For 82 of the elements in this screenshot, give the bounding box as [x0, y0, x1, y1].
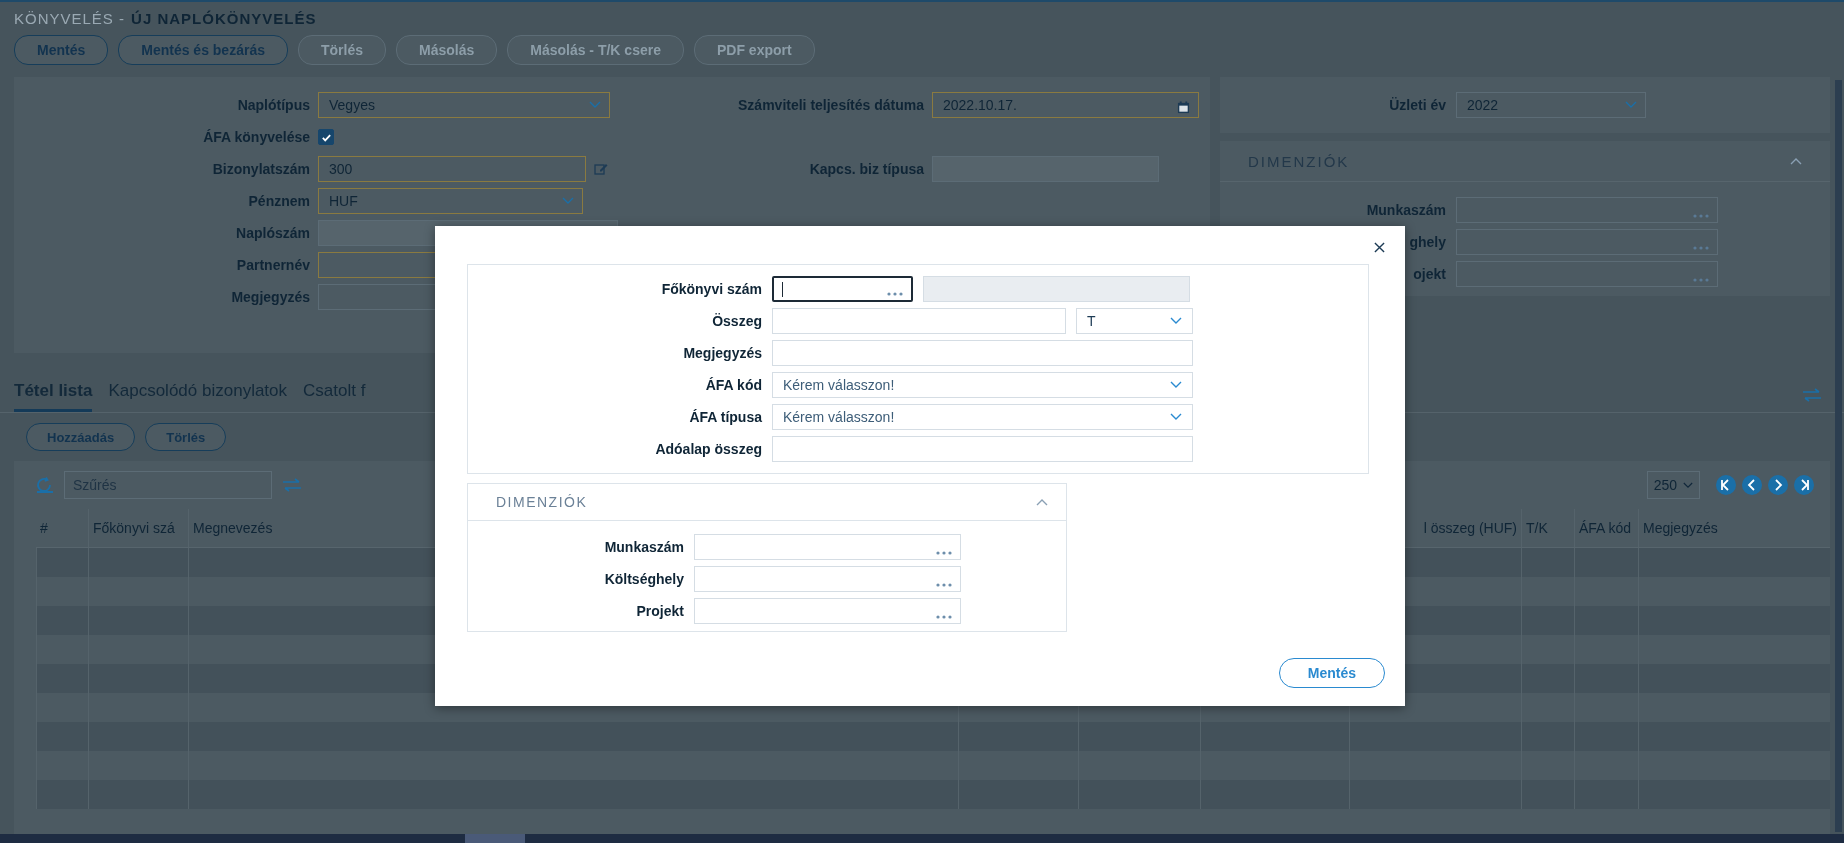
column-header: Megjegyzés [1643, 520, 1718, 536]
breadcrumb-section: KÖNYVELÉS - [14, 10, 126, 27]
chevron-down-icon [1170, 317, 1182, 325]
lookup-field[interactable] [1456, 197, 1718, 223]
column-header: l összeg (HUF) [1423, 520, 1517, 536]
input-field[interactable]: 300 [318, 156, 586, 182]
scrollbar[interactable] [1835, 80, 1842, 832]
column-header: Megnevezés [193, 520, 273, 536]
field-label: Kapcs. biz típusa [808, 161, 924, 177]
page-size-select[interactable]: 250 [1646, 471, 1700, 499]
field-label: Főkönyvi szám [660, 281, 762, 297]
calendar-icon [1177, 101, 1190, 114]
field-label: Munkaszám [1366, 202, 1446, 218]
field-label: Partnernév [235, 257, 310, 273]
column-header: T/K [1526, 520, 1548, 536]
field-label: Összeg [711, 313, 762, 329]
list-button[interactable]: Hozzáadás [26, 423, 136, 451]
field-label: Adóalap összeg [654, 441, 762, 457]
close-icon[interactable] [1374, 242, 1385, 253]
field-label: Projekt [635, 603, 684, 619]
more-icon [1693, 278, 1709, 282]
select-field[interactable]: 2022 [1456, 92, 1646, 118]
lookup-field[interactable] [772, 276, 913, 302]
field-label: Naplószám [235, 225, 310, 241]
date-field[interactable]: 2022.10.17. [932, 92, 1199, 118]
pagination-icon[interactable] [1794, 475, 1814, 495]
chevron-down-icon [1170, 413, 1182, 421]
field-label: ÁFA típusa [688, 409, 762, 425]
column-header: Főkönyvi szá [93, 520, 175, 536]
collapse-icon[interactable] [1790, 157, 1802, 165]
chevron-down-icon [1625, 101, 1637, 109]
checkbox[interactable] [318, 129, 334, 145]
more-icon [936, 551, 952, 555]
select-field[interactable]: Kérem válasszon! [772, 372, 1193, 398]
field-label: Költséghely [603, 571, 684, 587]
page-title: ÚJ NAPLÓKÖNYVELÉS [131, 10, 317, 27]
swap-icon[interactable] [282, 478, 302, 492]
collapse-icon[interactable] [1036, 498, 1048, 506]
more-icon [936, 615, 952, 619]
select-field[interactable]: T [1076, 308, 1193, 334]
select-field[interactable]: Kérem válasszon! [772, 404, 1193, 430]
lookup-field[interactable] [1456, 229, 1718, 255]
toolbar-button[interactable]: Mentés és bezárás [118, 35, 288, 65]
chevron-down-icon [1683, 481, 1693, 489]
save-button[interactable]: Mentés [1278, 658, 1385, 688]
more-icon [936, 583, 952, 587]
pagination-icon[interactable] [1716, 475, 1736, 495]
more-icon [887, 292, 903, 296]
field-label: Megjegyzés [682, 345, 762, 361]
more-icon [1693, 246, 1709, 250]
more-icon [1693, 214, 1709, 218]
field-label: Megjegyzés [230, 289, 310, 305]
select-field[interactable]: HUF [318, 188, 583, 214]
toolbar-button[interactable]: Mentés [14, 35, 109, 65]
pagination-icon[interactable] [1768, 475, 1788, 495]
field-label: ÁFA könyvelése [202, 129, 310, 145]
chevron-down-icon [589, 101, 601, 109]
lookup-field[interactable] [1456, 261, 1718, 287]
chevron-down-icon [1170, 381, 1182, 389]
field-label: Munkaszám [603, 539, 684, 555]
field-label: Naplótípus [236, 97, 310, 113]
field-label: Bizonylatszám [211, 161, 310, 177]
input-field[interactable] [772, 436, 1193, 462]
input-field[interactable] [772, 340, 1193, 366]
field-label: ojekt [1413, 266, 1446, 282]
column-header: ÁFA kód [1579, 520, 1632, 536]
section-title: DIMENZIÓK [496, 494, 588, 510]
pagination-icon[interactable] [1742, 475, 1762, 495]
input-field[interactable] [772, 308, 1066, 334]
refresh-icon[interactable] [36, 477, 54, 493]
field-label: Üzleti év [1388, 97, 1446, 113]
taskbar-item[interactable] [465, 834, 525, 843]
field-label: ghely [1409, 234, 1446, 250]
column-header: # [40, 520, 48, 536]
select-field[interactable]: Vegyes [318, 92, 610, 118]
list-button[interactable]: Törlés [145, 423, 227, 451]
field-label: Pénznem [247, 193, 310, 209]
field-label: Számviteli teljesítés dátuma [737, 97, 924, 113]
chevron-down-icon [562, 197, 574, 205]
edit-icon[interactable] [594, 162, 608, 176]
field-label: ÁFA kód [704, 377, 762, 393]
swap-icon[interactable] [1802, 388, 1822, 402]
